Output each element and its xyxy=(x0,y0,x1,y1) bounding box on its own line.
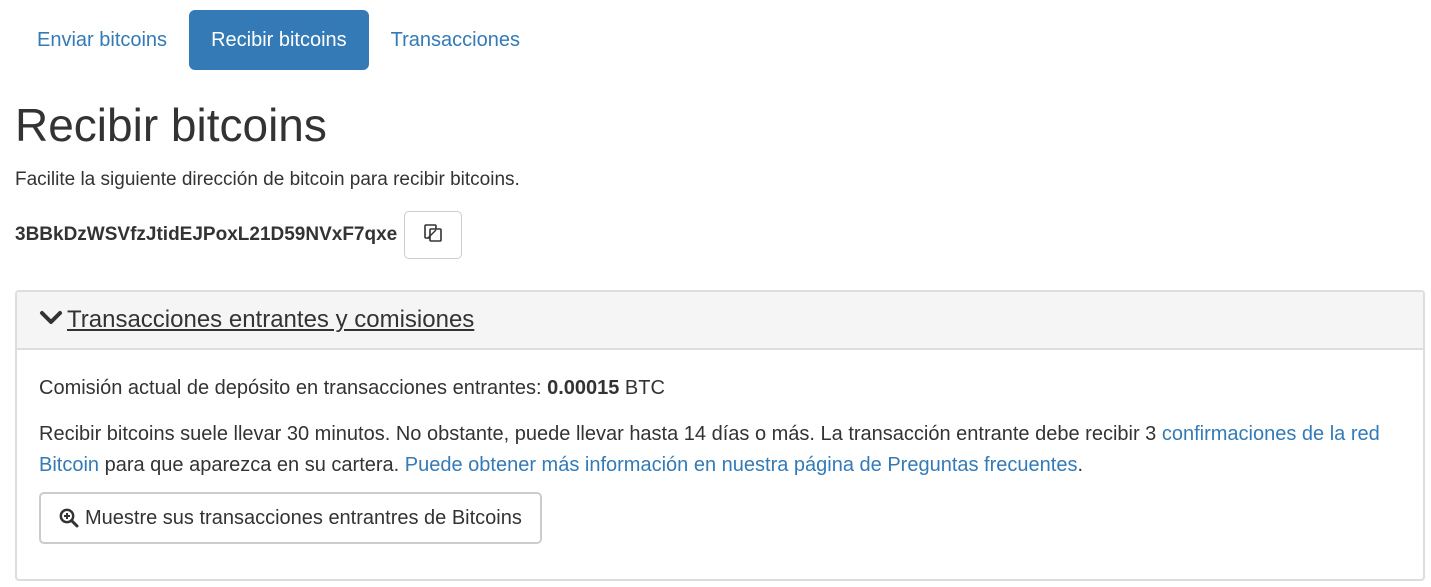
address-row: 3BBkDzWSVfzJtidEJPoxL21D59NVxF7qxe xyxy=(15,209,463,261)
zoom-in-icon xyxy=(59,508,79,528)
fee-unit: BTC xyxy=(619,377,665,399)
page-title: Recibir bitcoins xyxy=(15,99,327,151)
info-text-3: . xyxy=(1077,454,1083,476)
copy-address-button[interactable] xyxy=(404,211,463,259)
tab-recibir-bitcoins[interactable]: Recibir bitcoins xyxy=(189,10,369,70)
faq-link[interactable]: Puede obtener más información en nuestra… xyxy=(405,454,1078,476)
show-button-label: Muestre sus transacciones entrantres de … xyxy=(85,506,522,529)
tab-transacciones[interactable]: Transacciones xyxy=(369,10,542,70)
fee-label: Comisión actual de depósito en transacci… xyxy=(39,377,548,399)
incoming-transactions-panel: Transacciones entrantes y comisiones Com… xyxy=(15,290,1425,581)
panel-heading: Transacciones entrantes y comisiones xyxy=(17,292,1423,350)
current-fee: Comisión actual de depósito en transacci… xyxy=(39,375,665,401)
panel-title: Transacciones entrantes y comisiones xyxy=(67,306,475,333)
receive-info: Recibir bitcoins suele llevar 30 minutos… xyxy=(39,419,1399,481)
info-text-1: Recibir bitcoins suele llevar 30 minutos… xyxy=(39,423,1162,445)
bitcoin-address[interactable]: 3BBkDzWSVfzJtidEJPoxL21D59NVxF7qxe xyxy=(15,224,397,246)
page-subtitle: Facilite la siguiente dirección de bitco… xyxy=(15,169,520,190)
show-incoming-transactions-button[interactable]: Muestre sus transacciones entrantres de … xyxy=(39,492,542,544)
copy-icon xyxy=(422,222,444,249)
fee-value: 0.00015 xyxy=(547,377,620,399)
nav-tabs: Enviar bitcoins Recibir bitcoins Transac… xyxy=(15,10,542,70)
chevron-down-icon xyxy=(39,310,63,331)
panel-toggle[interactable]: Transacciones entrantes y comisiones xyxy=(39,306,474,334)
info-text-2: para que aparezca en su cartera. xyxy=(99,454,405,476)
tab-enviar-bitcoins[interactable]: Enviar bitcoins xyxy=(15,10,189,70)
